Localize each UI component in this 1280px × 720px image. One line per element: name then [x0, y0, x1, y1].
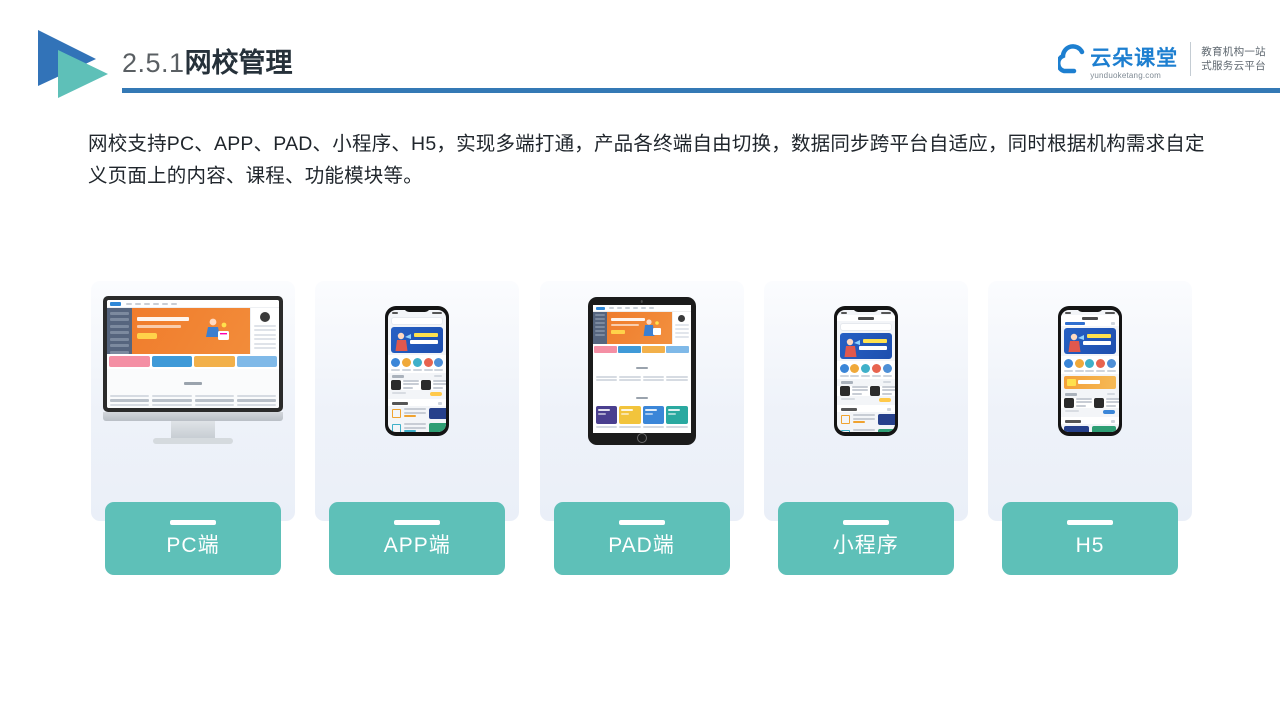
desktop-monitor-icon	[103, 296, 283, 446]
brand-divider	[1190, 42, 1192, 76]
brand-tagline-line1: 教育机构一站	[1201, 46, 1266, 58]
platform-card-row: PC端 APP端 PAD端 小程序 H5	[91, 281, 1192, 575]
platform-label-button[interactable]: PC端	[105, 502, 281, 575]
brand-tagline: 教育机构一站 式服务云平台	[1201, 45, 1266, 73]
brand-logo: 云朵课堂 yunduoketang.com 教育机构一站 式服务云平台	[1058, 36, 1266, 82]
smartphone-icon	[385, 306, 450, 436]
device-illustration-desktop	[91, 281, 295, 461]
platform-label-text: APP端	[383, 533, 451, 557]
platform-label-text: 小程序	[832, 533, 899, 557]
platform-label-button[interactable]: PAD端	[553, 502, 730, 575]
device-illustration-phone	[988, 281, 1192, 461]
platform-label-button[interactable]: H5	[1002, 502, 1178, 575]
label-accent-bar	[394, 519, 441, 525]
platform-label-text: H5	[1075, 533, 1105, 557]
page-title-main: 网校管理	[184, 48, 293, 78]
device-illustration-phone	[764, 281, 968, 461]
platform-card-miniprogram[interactable]: 小程序	[763, 281, 968, 575]
body-paragraph: 网校支持PC、APP、PAD、小程序、H5，实现多端打通，产品各终端自由切换，数…	[88, 133, 1205, 187]
device-illustration-phone	[315, 281, 519, 461]
platform-card-h5[interactable]: H5	[988, 281, 1192, 575]
brand-mark: 云朵课堂 yunduoketang.com	[1058, 37, 1178, 81]
platform-card-pc[interactable]: PC端	[91, 281, 295, 575]
brand-name-cn: 云朵课堂	[1090, 46, 1179, 70]
platform-card-app[interactable]: APP端	[315, 281, 520, 575]
label-accent-bar	[170, 519, 216, 525]
page-title: 2.5.1网校管理	[122, 46, 293, 80]
cloud-icon	[1058, 44, 1085, 74]
label-accent-bar	[618, 519, 665, 525]
label-accent-bar	[842, 519, 889, 525]
platform-label-text: PAD端	[608, 533, 675, 557]
double-triangle-play-icon	[38, 30, 108, 98]
platform-card-pad[interactable]: PAD端	[539, 281, 744, 575]
brand-tagline-line2: 式服务云平台	[1201, 60, 1266, 72]
tablet-icon	[587, 297, 696, 445]
platform-label-text: PC端	[166, 533, 220, 557]
label-accent-bar	[1067, 519, 1113, 525]
title-underline-rule	[122, 88, 1280, 93]
brand-name-en: yunduoketang.com	[1090, 71, 1161, 80]
platform-label-button[interactable]: APP端	[329, 502, 506, 575]
platform-label-button[interactable]: 小程序	[777, 502, 954, 575]
device-illustration-tablet	[540, 281, 744, 461]
page-title-number: 2.5.1	[122, 48, 185, 78]
smartphone-icon	[1058, 306, 1122, 436]
smartphone-icon	[833, 306, 898, 436]
page-header: 2.5.1网校管理 云朵课堂 yunduoketang.com 教育机构一站 式…	[0, 0, 1280, 110]
